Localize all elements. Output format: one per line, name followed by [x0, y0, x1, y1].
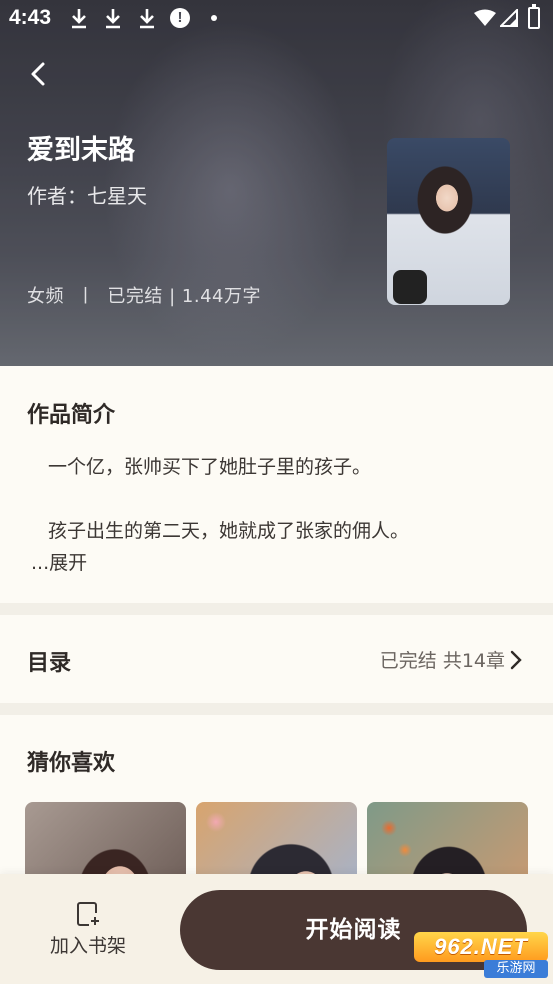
watermark-logo: 962.NET — [414, 932, 548, 962]
synopsis-line: 一个亿，张帅买下了她肚子里的孩子。 — [48, 456, 372, 478]
add-to-shelf-label: 加入书架 — [49, 935, 126, 957]
synopsis-title: 作品简介 — [27, 403, 116, 428]
book-cover — [387, 138, 510, 305]
download-icon — [106, 9, 120, 29]
catalog-label: 目录 — [27, 651, 72, 676]
divider — [0, 703, 553, 715]
synopsis-line: 孩子出生的第二天，她就成了张家的佣人。 — [48, 520, 410, 542]
watermark-sub: 乐游网 — [484, 960, 548, 978]
chevron-right-icon — [510, 650, 522, 670]
site-watermark: 962.NET 乐游网 — [414, 932, 548, 978]
book-meta: 女频 丨 已完结 | 1.44万字 — [27, 286, 261, 307]
book-author: 作者：七星天 — [27, 184, 147, 208]
add-bookshelf-icon — [77, 902, 99, 926]
cover-bag — [393, 270, 427, 304]
status-time: 4:43 — [9, 6, 52, 29]
add-to-shelf-button[interactable]: 加入书架 — [30, 895, 146, 965]
book-title: 爱到末路 — [27, 135, 135, 166]
back-arrow-icon[interactable] — [22, 56, 58, 92]
wifi-icon — [474, 9, 496, 26]
download-icon — [72, 9, 86, 29]
alert-icon: ! — [170, 8, 190, 28]
recommend-title: 猜你喜欢 — [27, 751, 116, 776]
divider — [0, 603, 553, 615]
battery-icon — [528, 4, 540, 29]
catalog-info: 已完结 共14章 — [379, 650, 505, 672]
status-bar: 4:43 ! — [0, 0, 553, 38]
expand-button[interactable]: ...展开 — [31, 548, 87, 575]
download-icon — [140, 9, 154, 29]
notification-dot — [211, 15, 217, 21]
signal-icon — [500, 9, 518, 27]
